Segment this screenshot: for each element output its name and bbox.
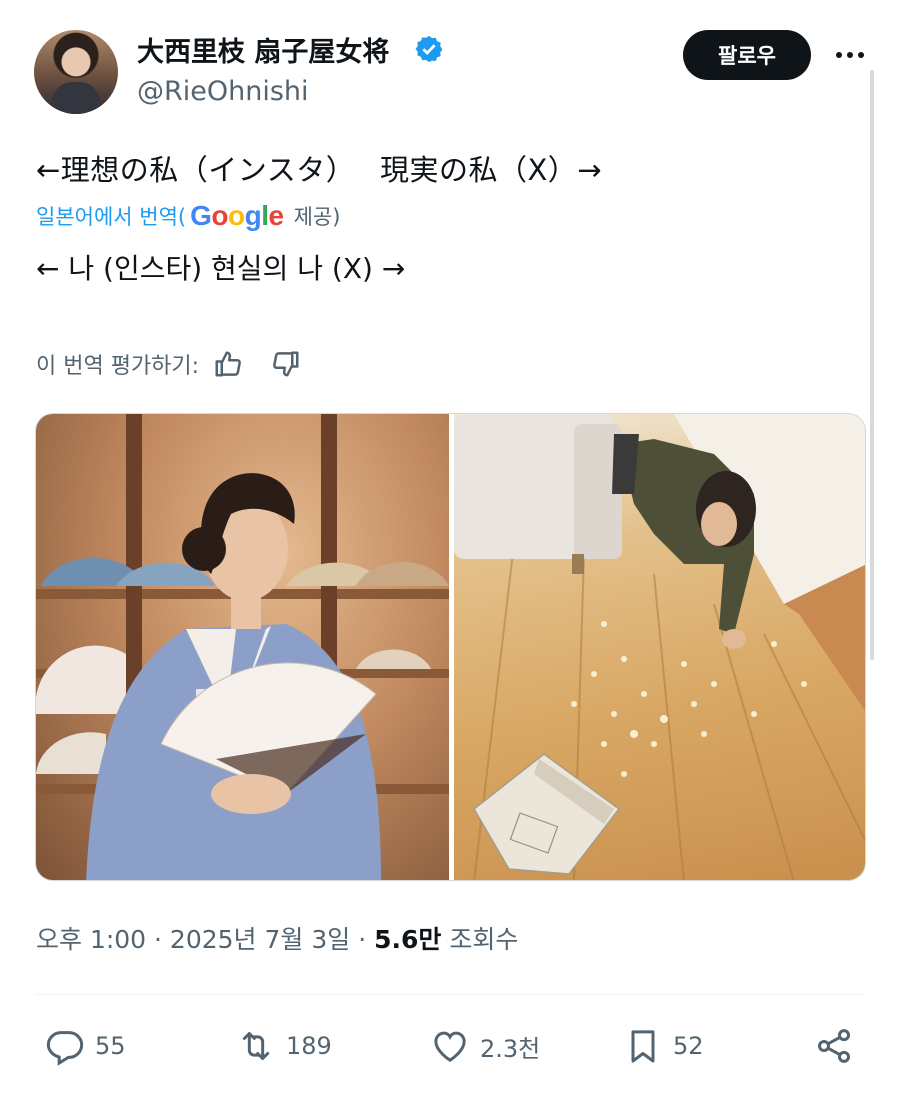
reply-count: 55 bbox=[95, 1032, 126, 1060]
photo-kimono-woman[interactable] bbox=[36, 414, 449, 880]
share-button[interactable] bbox=[814, 1026, 854, 1066]
repost-count: 189 bbox=[286, 1032, 332, 1060]
bookmark-button[interactable]: 52 bbox=[623, 1026, 704, 1066]
bookmark-count: 52 bbox=[673, 1032, 704, 1060]
follow-button[interactable]: 팔로우 bbox=[683, 30, 811, 80]
translation-prefix: 일본어에서 번역( bbox=[36, 205, 187, 229]
verified-badge-icon bbox=[415, 35, 443, 63]
views-label: 조회수 bbox=[441, 925, 519, 954]
timestamp-text[interactable]: 오후 1:00 · 2025년 7월 3일 · bbox=[36, 925, 374, 954]
timestamp: 오후 1:00 · 2025년 7월 3일 · 5.6만 조회수 bbox=[36, 920, 518, 956]
share-icon bbox=[817, 1029, 851, 1063]
translation-suffix: 제공) bbox=[293, 205, 341, 229]
reply-icon bbox=[46, 1031, 84, 1066]
google-logo: Google bbox=[190, 200, 284, 231]
thumbs-up-icon[interactable] bbox=[213, 349, 243, 379]
rate-label: 이 번역 평가하기: bbox=[36, 354, 200, 379]
like-button[interactable]: 2.3천 bbox=[430, 1026, 540, 1066]
divider bbox=[35, 994, 866, 995]
like-icon bbox=[434, 1031, 466, 1062]
repost-icon bbox=[242, 1032, 270, 1060]
avatar[interactable] bbox=[34, 30, 118, 114]
thumbs-down-icon[interactable] bbox=[271, 349, 301, 379]
handle[interactable]: @RieOhnishi bbox=[137, 76, 309, 107]
repost-button[interactable]: 189 bbox=[236, 1026, 332, 1066]
more-icon[interactable] bbox=[830, 40, 870, 70]
reply-button[interactable]: 55 bbox=[45, 1026, 126, 1066]
bookmark-icon bbox=[631, 1030, 655, 1063]
display-name[interactable]: 大西里枝 扇子屋女将 bbox=[137, 30, 389, 69]
translation-attribution[interactable]: 일본어에서 번역( Google 제공) bbox=[36, 200, 340, 232]
views-count: 5.6만 bbox=[374, 925, 442, 954]
media-grid[interactable] bbox=[35, 413, 866, 881]
translated-text: ← 나 (인스타) 현실의 나 (X) → bbox=[36, 252, 406, 285]
photo-floor-scene[interactable] bbox=[454, 414, 865, 880]
scrollbar[interactable] bbox=[870, 70, 874, 660]
like-count: 2.3천 bbox=[480, 1034, 541, 1063]
rate-translation: 이 번역 평가하기: bbox=[36, 348, 301, 380]
tweet-text: ←理想の私（インスタ） 現実の私（X）→ bbox=[36, 153, 603, 187]
